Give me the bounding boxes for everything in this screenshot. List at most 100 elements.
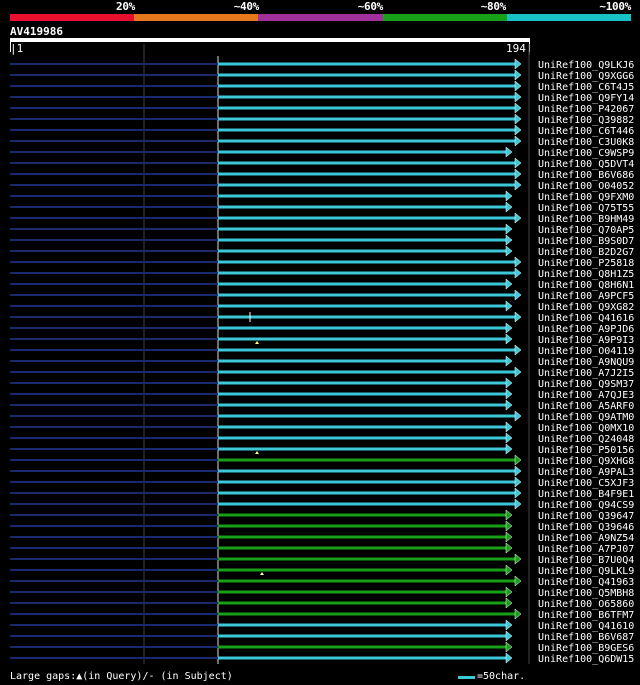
hit-arrow xyxy=(514,212,522,224)
hit-arrow xyxy=(505,641,513,653)
hit-label: UniRef100_B9GES6 xyxy=(538,643,634,654)
hit-label: UniRef100_C9WSP9 xyxy=(538,148,634,159)
hit-bar xyxy=(218,656,507,660)
hit-bar xyxy=(218,73,516,77)
hit-label: UniRef100_A9PAL3 xyxy=(538,467,634,478)
hit-label: UniRef100_Q39647 xyxy=(538,511,634,522)
hit-label: UniRef100_A9PJD6 xyxy=(538,324,634,335)
hit-arrow xyxy=(505,443,513,455)
hit-arrow xyxy=(514,476,522,488)
hit-arrow xyxy=(514,113,522,125)
query-gap-marker xyxy=(255,451,259,454)
hit-arrow xyxy=(514,311,522,323)
hit-label: UniRef100_B9HM49 xyxy=(538,214,634,225)
hit-bar xyxy=(218,502,516,506)
hit-bar xyxy=(218,84,516,88)
hit-bar xyxy=(218,623,507,627)
hit-arrow xyxy=(505,190,513,202)
hit-bar xyxy=(218,326,507,330)
hit-bar xyxy=(218,436,507,440)
hit-arrow xyxy=(505,146,513,158)
hit-arrow xyxy=(514,465,522,477)
hit-label: UniRef100_Q70AP5 xyxy=(538,225,634,236)
hit-label: UniRef100_P25818 xyxy=(538,258,634,269)
hit-label: UniRef100_C5XJF3 xyxy=(538,478,634,489)
hit-label: UniRef100_Q5MBH8 xyxy=(538,588,634,599)
hit-arrow xyxy=(505,377,513,389)
hit-arrow xyxy=(505,278,513,290)
hit-bar xyxy=(218,117,516,121)
hit-arrow xyxy=(514,124,522,136)
hit-label: UniRef100_B6V687 xyxy=(538,632,634,643)
hit-arrow xyxy=(514,553,522,565)
hit-arrow xyxy=(505,564,513,576)
hit-label: UniRef100_C6T4J5 xyxy=(538,82,634,93)
hit-label: UniRef100_O65860 xyxy=(538,599,634,610)
hit-label: UniRef100_B7U0Q4 xyxy=(538,555,634,566)
hit-label: UniRef100_B2D2G7 xyxy=(538,247,634,258)
hit-bar xyxy=(218,392,507,396)
hit-bar xyxy=(218,612,516,616)
hit-bar xyxy=(218,645,507,649)
hit-bar xyxy=(218,249,507,253)
hit-label: UniRef100_Q8H1Z5 xyxy=(538,269,634,280)
hit-arrow xyxy=(514,58,522,70)
hit-label: UniRef100_Q9ATM0 xyxy=(538,412,634,423)
scale-label: =50char. xyxy=(477,671,526,682)
hit-label: UniRef100_A9NZ54 xyxy=(538,533,634,544)
hit-bar xyxy=(218,381,507,385)
hit-label: UniRef100_B6TFM7 xyxy=(538,610,634,621)
gaps-legend: Large gaps:▲(in Query)/- (in Subject) xyxy=(10,671,233,682)
hit-bar xyxy=(218,403,507,407)
hit-arrow xyxy=(514,575,522,587)
hit-arrow xyxy=(505,388,513,400)
hit-label: UniRef100_B9S0D7 xyxy=(538,236,634,247)
hit-arrow xyxy=(514,168,522,180)
hit-bar xyxy=(218,282,507,286)
hit-bar xyxy=(218,161,516,165)
hit-label: UniRef100_Q9SM37 xyxy=(538,379,634,390)
hit-bar xyxy=(218,194,507,198)
hit-bar xyxy=(218,480,516,484)
hit-label: UniRef100_Q39882 xyxy=(538,115,634,126)
hit-bar xyxy=(218,106,516,110)
hit-arrow xyxy=(514,80,522,92)
hit-arrow xyxy=(514,344,522,356)
hit-arrow xyxy=(505,597,513,609)
hit-arrow xyxy=(505,586,513,598)
hit-label: UniRef100_Q9FXM0 xyxy=(538,192,634,203)
hit-label: UniRef100_A5ARF0 xyxy=(538,401,634,412)
hit-label: UniRef100_O04119 xyxy=(538,346,634,357)
hit-arrow xyxy=(514,179,522,191)
hit-label: UniRef100_Q9LKL9 xyxy=(538,566,634,577)
hit-bar xyxy=(218,216,516,220)
hit-bar xyxy=(218,491,516,495)
hit-bar xyxy=(218,634,507,638)
hit-label: UniRef100_O04052 xyxy=(538,181,634,192)
hit-bar xyxy=(218,414,516,418)
hit-label: UniRef100_A9PCF5 xyxy=(538,291,634,302)
hit-label: UniRef100_A9P9I3 xyxy=(538,335,634,346)
hit-bar xyxy=(218,348,516,352)
hit-bar xyxy=(218,590,507,594)
hit-arrow xyxy=(505,234,513,246)
hit-bar xyxy=(218,293,516,297)
hit-arrow xyxy=(514,267,522,279)
hit-label: UniRef100_Q41616 xyxy=(538,313,634,324)
hit-bar xyxy=(218,601,507,605)
hit-label: UniRef100_Q9XHG8 xyxy=(538,456,634,467)
hit-arrow xyxy=(505,333,513,345)
hit-label: UniRef100_A7QJE3 xyxy=(538,390,634,401)
hit-bar xyxy=(218,227,507,231)
hit-label: UniRef100_Q9LKJ6 xyxy=(538,60,634,71)
hit-label: UniRef100_Q41963 xyxy=(538,577,634,588)
hit-label: UniRef100_P42067 xyxy=(538,104,634,115)
hit-bar xyxy=(218,183,516,187)
hit-label: UniRef100_P50156 xyxy=(538,445,634,456)
hit-label: UniRef100_A7J2I5 xyxy=(538,368,634,379)
hit-arrow xyxy=(505,300,513,312)
hit-label: UniRef100_Q75T55 xyxy=(538,203,634,214)
hit-bar xyxy=(218,304,507,308)
hit-bar xyxy=(218,535,507,539)
hit-label: UniRef100_Q5DVT4 xyxy=(538,159,634,170)
